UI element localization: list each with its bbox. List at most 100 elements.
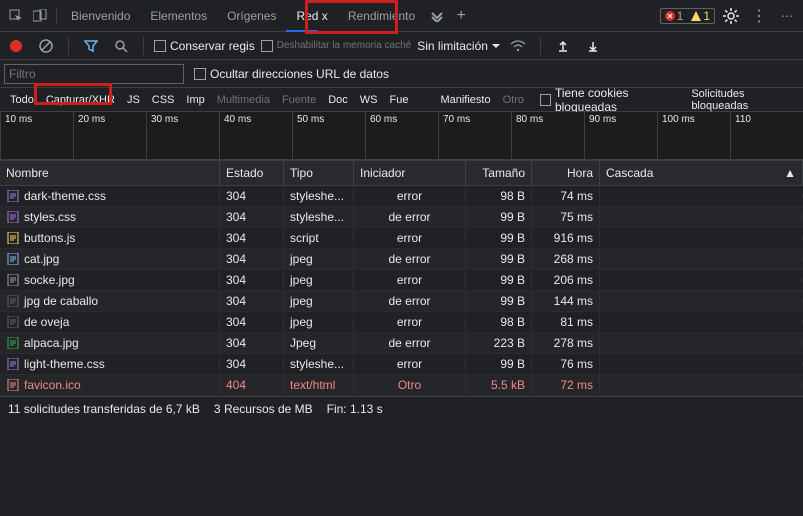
- cell-size: 5.5 kB: [466, 376, 532, 394]
- file-name: styles.css: [24, 210, 76, 224]
- filter-css[interactable]: CSS: [146, 94, 181, 106]
- col-time[interactable]: Hora: [532, 161, 600, 185]
- table-row[interactable]: socke.jpg304jpegerror99 B206 ms: [0, 270, 803, 291]
- cell-time: 206 ms: [532, 271, 600, 289]
- col-status[interactable]: Estado: [220, 161, 284, 185]
- filter-other[interactable]: Otro: [497, 94, 530, 106]
- cell-size: 99 B: [466, 292, 532, 310]
- cell-size: 99 B: [466, 355, 532, 373]
- cell-time: 76 ms: [532, 355, 600, 373]
- clear-icon[interactable]: [34, 34, 58, 58]
- file-name: cat.jpg: [24, 252, 59, 266]
- status-bar: 11 solicitudes transferidas de 6,7 kB 3 …: [0, 396, 803, 420]
- device-icon[interactable]: [28, 4, 52, 28]
- filter-doc[interactable]: Doc: [322, 94, 354, 106]
- blocked-requests[interactable]: Solicitudes bloqueadas: [685, 88, 799, 112]
- cell-initiator: error: [354, 313, 466, 331]
- issue-badges[interactable]: 1 1: [660, 8, 715, 24]
- filter-font[interactable]: Fuente: [276, 94, 322, 106]
- table-row[interactable]: light-theme.css304styleshe...error99 B76…: [0, 354, 803, 375]
- cell-type: text/html: [284, 376, 354, 394]
- tab-elements[interactable]: Elementos: [140, 0, 217, 31]
- col-type[interactable]: Tipo: [284, 161, 354, 185]
- timeline-overview[interactable]: 10 ms 20 ms 30 ms 40 ms 50 ms 60 ms 70 m…: [0, 112, 803, 160]
- cell-waterfall: [600, 362, 803, 366]
- table-row[interactable]: buttons.js304scripterror99 B916 ms: [0, 228, 803, 249]
- table-header: Nombre Estado Tipo Iniciador Tamaño Hora…: [0, 160, 803, 186]
- cell-initiator: error: [354, 187, 466, 205]
- hide-data-urls-checkbox[interactable]: Ocultar direcciones URL de datos: [194, 67, 389, 81]
- table-row[interactable]: favicon.ico404text/htmlOtro5.5 kB72 ms: [0, 375, 803, 396]
- record-button[interactable]: [4, 34, 28, 58]
- file-icon: [6, 315, 20, 329]
- cell-status: 304: [220, 229, 284, 247]
- filter-xhr[interactable]: Capturar/XHR: [40, 94, 121, 106]
- download-icon[interactable]: [581, 34, 605, 58]
- col-size[interactable]: Tamaño: [466, 161, 532, 185]
- tab-network[interactable]: Red x: [286, 0, 337, 31]
- settings-icon[interactable]: [719, 4, 743, 28]
- cell-time: 81 ms: [532, 313, 600, 331]
- cell-type: jpeg: [284, 250, 354, 268]
- preserve-log-checkbox[interactable]: Conservar regis: [154, 39, 255, 53]
- upload-icon[interactable]: [551, 34, 575, 58]
- panel-tabs: Bienvenido Elementos Orígenes Red x Rend…: [61, 0, 473, 31]
- cell-type: jpeg: [284, 292, 354, 310]
- col-initiator[interactable]: Iniciador: [354, 161, 466, 185]
- filter-input[interactable]: [4, 64, 184, 84]
- col-name[interactable]: Nombre: [0, 161, 220, 185]
- file-name: buttons.js: [24, 231, 75, 245]
- filter-img[interactable]: Imp: [180, 94, 210, 106]
- cell-status: 304: [220, 208, 284, 226]
- filter-fue[interactable]: Fue: [383, 94, 414, 106]
- cell-waterfall: [600, 278, 803, 282]
- cell-time: 74 ms: [532, 187, 600, 205]
- filter-media[interactable]: Multimedia: [211, 94, 276, 106]
- filter-manifest[interactable]: Manifiesto: [434, 94, 496, 106]
- file-icon: [6, 189, 20, 203]
- disable-cache-checkbox[interactable]: Deshabilitar la memoria caché: [261, 40, 412, 52]
- file-name: alpaca.jpg: [24, 336, 79, 350]
- blocked-cookies-checkbox[interactable]: Tiene cookies bloqueadas: [540, 86, 679, 114]
- table-row[interactable]: cat.jpg304jpegde error99 B268 ms: [0, 249, 803, 270]
- col-waterfall[interactable]: Cascada▲: [600, 161, 803, 185]
- search-icon[interactable]: [109, 34, 133, 58]
- table-row[interactable]: dark-theme.css304styleshe...error98 B74 …: [0, 186, 803, 207]
- table-row[interactable]: jpg de caballo304jpegde error99 B144 ms: [0, 291, 803, 312]
- cell-type: styleshe...: [284, 355, 354, 373]
- more-icon[interactable]: ⋯: [775, 4, 799, 28]
- cell-initiator: error: [354, 229, 466, 247]
- cell-status: 304: [220, 250, 284, 268]
- more-tabs-icon[interactable]: [425, 4, 449, 28]
- cell-initiator: de error: [354, 208, 466, 226]
- cell-time: 144 ms: [532, 292, 600, 310]
- file-icon: [6, 273, 20, 287]
- cell-waterfall: [600, 215, 803, 219]
- tab-welcome[interactable]: Bienvenido: [61, 0, 140, 31]
- add-tab-icon[interactable]: +: [449, 4, 473, 28]
- cell-time: 268 ms: [532, 250, 600, 268]
- filter-js[interactable]: JS: [121, 94, 146, 106]
- wifi-icon[interactable]: [506, 34, 530, 58]
- table-row[interactable]: styles.css304styleshe...de error99 B75 m…: [0, 207, 803, 228]
- filter-icon[interactable]: [79, 34, 103, 58]
- tab-performance[interactable]: Rendimiento: [338, 0, 425, 31]
- cell-type: styleshe...: [284, 187, 354, 205]
- inspect-icon[interactable]: [4, 4, 28, 28]
- cell-time: 916 ms: [532, 229, 600, 247]
- cell-type: jpeg: [284, 271, 354, 289]
- filter-all[interactable]: Todo: [4, 94, 40, 106]
- throttling-select[interactable]: Sin limitación: [417, 39, 500, 53]
- file-icon: [6, 231, 20, 245]
- cell-size: 99 B: [466, 208, 532, 226]
- cell-size: 98 B: [466, 313, 532, 331]
- file-name: light-theme.css: [24, 357, 105, 371]
- tab-sources[interactable]: Orígenes: [217, 0, 286, 31]
- kebab-icon[interactable]: ⋮: [747, 4, 771, 28]
- cell-status: 304: [220, 334, 284, 352]
- sort-arrow-icon: ▲: [784, 166, 796, 180]
- table-row[interactable]: alpaca.jpg304Jpegde error223 B278 ms: [0, 333, 803, 354]
- filter-ws[interactable]: WS: [354, 94, 384, 106]
- cell-waterfall: [600, 299, 803, 303]
- table-row[interactable]: de oveja304jpegerror98 B81 ms: [0, 312, 803, 333]
